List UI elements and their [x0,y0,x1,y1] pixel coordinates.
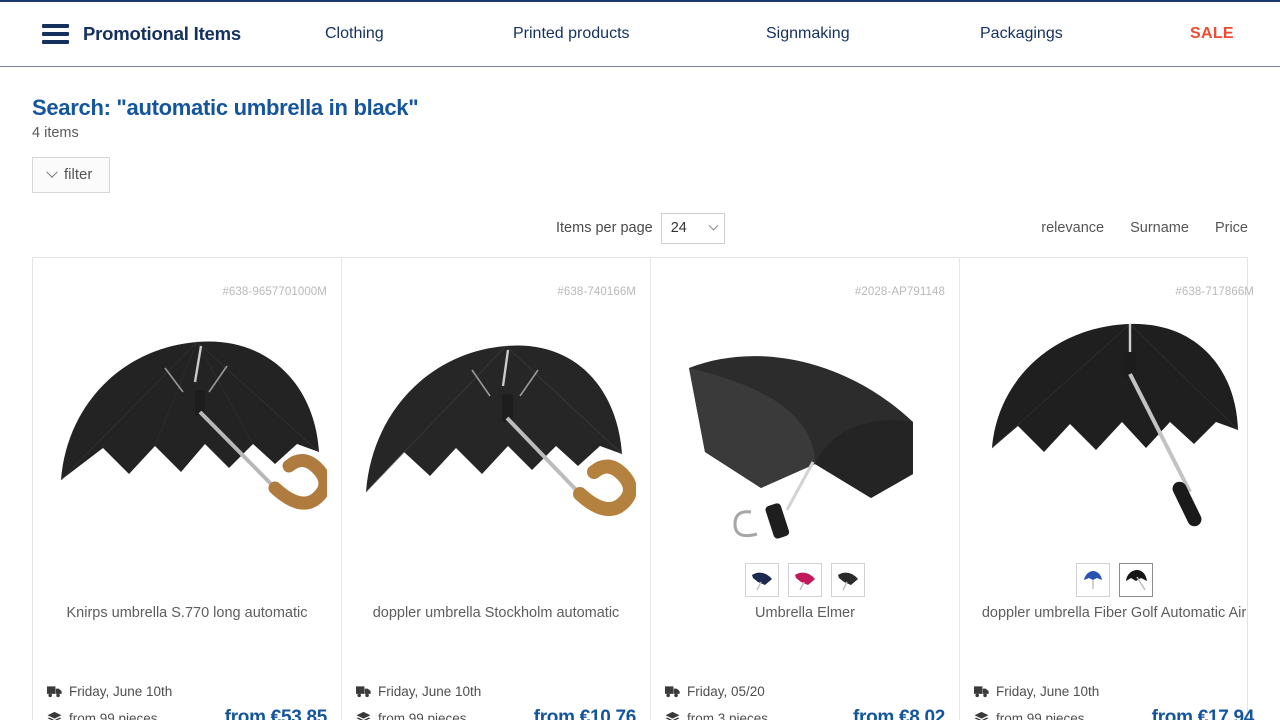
layers-icon [665,711,680,720]
color-swatch-pink[interactable] [788,563,822,597]
filter-button-label: filter [64,166,93,183]
product-article-number: #638-717866M [1175,286,1254,298]
brand-menu-group[interactable]: Promotional Items [42,23,241,45]
product-title[interactable]: Knirps umbrella S.770 long automatic [47,604,327,622]
truck-icon [47,685,62,697]
product-card[interactable]: #638-740166M doppler umbrella Stockholm … [342,258,651,720]
items-per-page-value: 24 [670,220,687,236]
product-swatches [665,558,945,602]
layers-icon [356,711,371,720]
product-article-number: #2028-AP791148 [854,286,945,298]
product-price: from €17.94 [1151,707,1255,720]
product-title[interactable]: doppler umbrella Stockholm automatic [356,604,636,622]
nav-link-packagings[interactable]: Packagings [980,25,1063,43]
nav-link-signmaking[interactable]: Signmaking [766,25,850,43]
filter-button[interactable]: filter [32,157,111,193]
main-content: Search: "automatic umbrella in black" 4 … [0,95,1280,720]
shipping-row: Friday, June 10th [974,684,1254,699]
results-toolbar: Items per page 24 relevance Surname Pric… [32,211,1248,245]
sort-option-surname[interactable]: Surname [1130,220,1189,236]
quantity-price-row: from 99 pieces from €53.85 [47,707,327,720]
quantity-price-row: from 3 pieces from €8.02 [665,707,945,720]
color-swatch-black[interactable] [1118,563,1153,597]
hamburger-icon[interactable] [42,24,69,44]
product-title[interactable]: Umbrella Elmer [665,604,945,622]
min-quantity: from 99 pieces [69,710,158,720]
product-image[interactable] [665,302,945,552]
chevron-down-icon [708,220,719,231]
product-price: from €53.85 [224,707,328,720]
product-swatches [974,558,1254,602]
product-title[interactable]: doppler umbrella Fiber Golf Automatic Ai… [974,604,1254,622]
items-per-page-group: Items per page 24 [556,212,725,244]
product-footer: Friday, June 10th from 99 pieces from €1… [356,684,636,720]
color-swatch-blue[interactable] [1075,563,1110,597]
layers-icon [47,711,62,720]
shipping-date: Friday, June 10th [996,684,1100,699]
product-article-number: #638-740166M [557,286,636,298]
truck-icon [665,685,680,697]
product-swatches [47,558,327,602]
chevron-down-icon [46,166,58,178]
product-price: from €8.02 [852,707,945,720]
quantity-price-row: from 99 pieces from €17.94 [974,707,1254,720]
results-count: 4 items [32,125,79,141]
product-card[interactable]: #638-717866M doppler umbrella Fiber Golf… [960,258,1268,720]
shipping-row: Friday, June 10th [356,684,636,699]
nav-link-sale[interactable]: SALE [1190,25,1234,43]
shipping-row: Friday, 05/20 [665,684,945,699]
top-navigation-bar: Promotional Items Clothing Printed produ… [0,0,1280,67]
min-quantity: from 3 pieces [687,710,769,720]
product-price: from €10.76 [533,707,637,720]
color-swatch-navy[interactable] [745,563,779,597]
product-grid: #638-9657701000M Knirps umbrella S.770 l… [32,257,1254,720]
shipping-date: Friday, 05/20 [687,684,765,699]
nav-link-clothing[interactable]: Clothing [325,25,384,43]
page-title: Search: "automatic umbrella in black" [32,95,419,120]
min-quantity: from 99 pieces [996,710,1085,720]
product-image[interactable] [974,302,1254,552]
product-footer: Friday, June 10th from 99 pieces from €1… [974,684,1254,720]
brand-label[interactable]: Promotional Items [83,23,241,45]
product-footer: Friday, 05/20 from 3 pieces from €8.02 [665,684,945,720]
truck-icon [356,685,371,697]
layers-icon [974,711,989,720]
min-quantity: from 99 pieces [378,710,467,720]
quantity-price-row: from 99 pieces from €10.76 [356,707,636,720]
color-swatch-black[interactable] [831,563,865,597]
shipping-date: Friday, June 10th [378,684,482,699]
sort-options: relevance Surname Price [1041,220,1248,236]
items-per-page-label: Items per page [556,220,653,236]
truck-icon [974,685,989,697]
sort-option-relevance[interactable]: relevance [1041,220,1104,236]
items-per-page-select[interactable]: 24 [660,212,725,244]
product-swatches [356,558,636,602]
nav-link-printed-products[interactable]: Printed products [513,25,630,43]
product-image[interactable] [47,302,327,552]
sort-option-price[interactable]: Price [1215,220,1248,236]
product-card[interactable]: #2028-AP791148 Umbrella Elmer Friday, 05… [651,258,960,720]
shipping-date: Friday, June 10th [69,684,173,699]
product-image[interactable] [356,302,636,552]
product-footer: Friday, June 10th from 99 pieces from €5… [47,684,327,720]
product-article-number: #638-9657701000M [222,286,327,298]
product-card[interactable]: #638-9657701000M Knirps umbrella S.770 l… [33,258,342,720]
shipping-row: Friday, June 10th [47,684,327,699]
